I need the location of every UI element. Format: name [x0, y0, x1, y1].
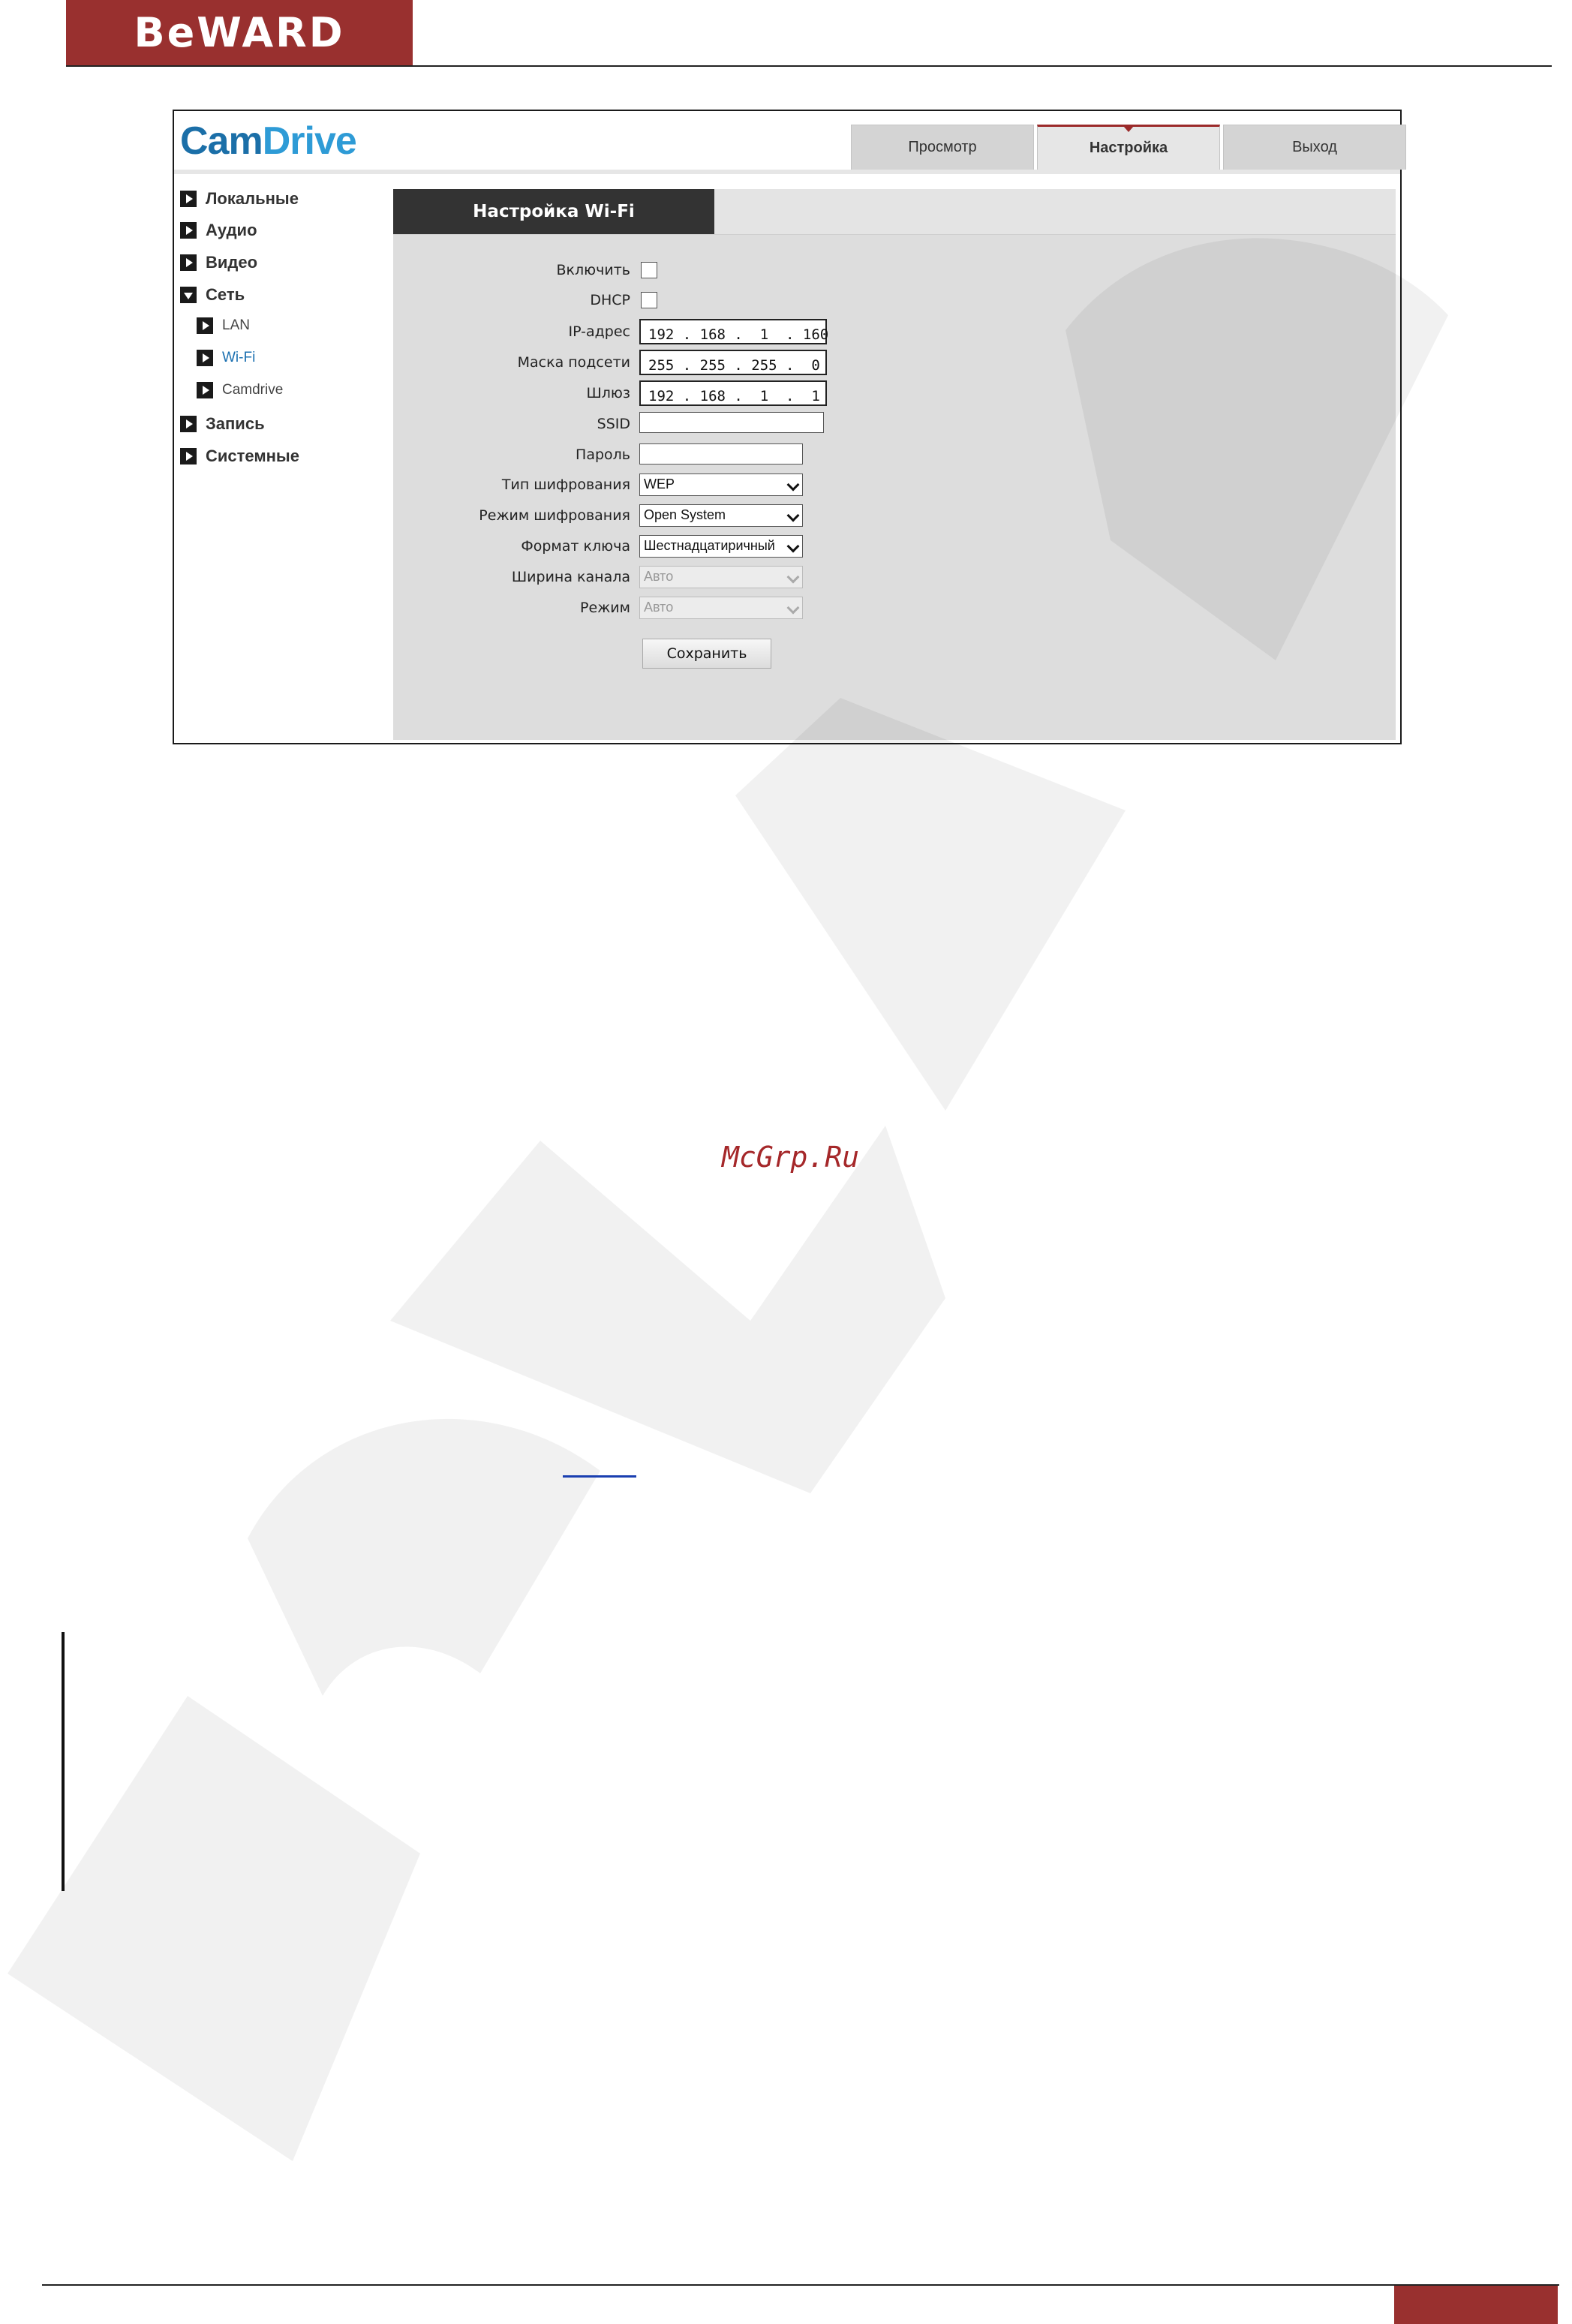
mcgrp-watermark-text: McGrp.Ru [722, 1141, 860, 1174]
wifi-settings-panel: Настройка Wi-Fi Включить DHCP IP-адрес 1… [393, 189, 1396, 740]
margin-bar [62, 1632, 65, 1891]
mode-value: Авто [644, 600, 674, 615]
enable-label: Включить [556, 262, 631, 278]
mode-label: Режим [580, 600, 630, 616]
channel-width-label: Ширина канала [511, 569, 630, 585]
panel-title: Настройка Wi-Fi [393, 189, 714, 234]
chevron-down-icon [786, 540, 800, 553]
enc-type-value: WEP [644, 477, 675, 492]
key-format-value: Шестнадцатиричный [644, 538, 775, 553]
footer-rule [42, 2284, 1559, 2286]
sidebar-item-label: Видео [206, 253, 258, 272]
dhcp-label: DHCP [590, 292, 630, 308]
key-format-select[interactable]: Шестнадцатиричный [639, 535, 803, 558]
sidebar-item-lan[interactable]: LAN [197, 317, 250, 334]
chevron-right-icon [197, 317, 213, 334]
chevron-down-icon [786, 570, 800, 584]
header-rule [66, 65, 1552, 67]
mode-select: Авто [639, 597, 803, 619]
expand-arrow-icon [180, 448, 197, 464]
camdrive-logo: CamDrive [180, 119, 357, 164]
active-tab-caret-icon [1123, 126, 1134, 132]
chevron-down-icon [786, 509, 800, 522]
collapse-arrow-icon [180, 287, 197, 303]
expand-arrow-icon [180, 416, 197, 432]
channel-width-select: Авто [639, 566, 803, 588]
ip-address-field[interactable]: 192 . 168 . 1 . 160 [639, 319, 828, 344]
chevron-down-icon [786, 601, 800, 615]
tab-settings-label: Настройка [1089, 140, 1168, 156]
sidebar-item-label: Wi-Fi [222, 350, 256, 365]
enc-mode-select[interactable]: Open System [639, 504, 803, 527]
sidebar-item-label: Локальные [206, 189, 299, 208]
camdrive-screenshot: CamDrive Просмотр Настройка Выход Локаль… [173, 110, 1406, 744]
enc-type-label: Тип шифрования [501, 477, 630, 493]
chevron-right-icon [197, 350, 213, 366]
sidebar-item-record[interactable]: Запись [180, 414, 265, 434]
tab-view-label: Просмотр [908, 139, 977, 155]
mask-label: Маска подсети [517, 354, 630, 371]
enc-mode-label: Режим шифрования [479, 507, 630, 524]
expand-arrow-icon [180, 222, 197, 239]
sidebar-item-local[interactable]: Локальные [180, 189, 299, 209]
sidebar-item-label: Аудио [206, 221, 257, 239]
ssid-label: SSID [597, 416, 630, 432]
enc-mode-value: Open System [644, 507, 726, 522]
subnet-mask-field[interactable]: 255 . 255 . 255 . 0 [639, 350, 827, 375]
link-underline [563, 1475, 636, 1478]
footer-page-box [1394, 2286, 1558, 2324]
tab-view[interactable]: Просмотр [851, 125, 1034, 170]
camdrive-logo-drive: Drive [262, 119, 357, 163]
sidebar-item-label: Сеть [206, 285, 245, 304]
sidebar-item-label: Camdrive [222, 382, 284, 398]
panel-body: Включить DHCP IP-адрес 192 . 168 . 1 . 1… [393, 234, 1396, 740]
sidebar-item-label: Запись [206, 414, 265, 433]
enc-type-select[interactable]: WEP [639, 474, 803, 496]
sidebar-item-video[interactable]: Видео [180, 253, 257, 272]
camdrive-logo-cam: Cam [180, 119, 263, 163]
beward-logo-text: BeWARD [134, 9, 345, 56]
enable-checkbox[interactable] [641, 262, 657, 278]
ssid-input[interactable] [639, 412, 824, 433]
sidebar-item-network[interactable]: Сеть [180, 285, 245, 305]
expand-arrow-icon [180, 191, 197, 207]
sidebar-item-camdrive[interactable]: Camdrive [197, 382, 283, 398]
chevron-right-icon [197, 382, 213, 398]
password-input[interactable] [639, 443, 803, 464]
save-button[interactable]: Сохранить [642, 639, 771, 669]
tab-settings[interactable]: Настройка [1037, 125, 1220, 170]
sidebar-item-label: LAN [222, 317, 250, 333]
sidebar-item-system[interactable]: Системные [180, 446, 299, 466]
channel-width-value: Авто [644, 569, 674, 584]
gateway-label: Шлюз [586, 385, 630, 401]
ip-label: IP-адрес [568, 323, 630, 340]
main-area: Локальные Аудио Видео Сеть LAN Wi-Fi Cam… [174, 174, 1400, 743]
password-label: Пароль [576, 446, 630, 463]
tab-logout-label: Выход [1292, 139, 1337, 155]
sidebar-item-audio[interactable]: Аудио [180, 221, 257, 240]
chevron-down-icon [786, 478, 800, 492]
sidebar-item-label: Системные [206, 446, 299, 465]
dhcp-checkbox[interactable] [641, 292, 657, 308]
gateway-field[interactable]: 192 . 168 . 1 . 1 [639, 380, 827, 406]
beward-logo: BeWARD [66, 0, 413, 65]
key-format-label: Формат ключа [521, 538, 630, 555]
expand-arrow-icon [180, 254, 197, 271]
tab-logout[interactable]: Выход [1223, 125, 1406, 170]
sidebar-item-wifi[interactable]: Wi-Fi [197, 350, 255, 366]
